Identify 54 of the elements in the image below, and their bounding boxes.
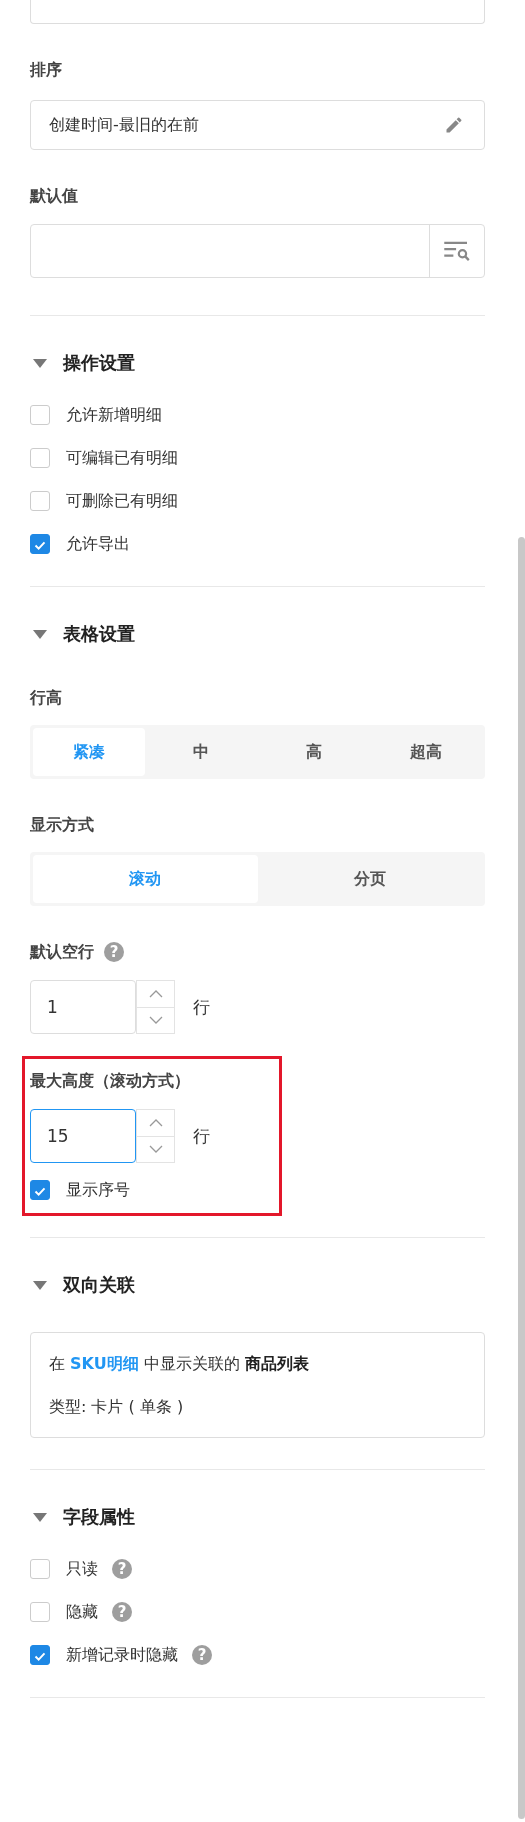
- checkbox[interactable]: [30, 491, 50, 511]
- checkbox[interactable]: [30, 1602, 50, 1622]
- relation-type: 类型: 卡片 ( 单条 ): [49, 1396, 185, 1418]
- segment-option[interactable]: 中: [145, 728, 258, 776]
- checkbox-label: 允许新增明细: [66, 404, 162, 426]
- caret-icon[interactable]: [33, 358, 47, 368]
- checkbox-label: 隐藏: [66, 1601, 98, 1623]
- increment-button[interactable]: [136, 1109, 175, 1137]
- decrement-button[interactable]: [136, 1136, 175, 1163]
- checkbox-label: 允许导出: [66, 533, 130, 555]
- list-search-icon: [443, 241, 471, 261]
- checkbox-label: 只读: [66, 1558, 98, 1580]
- scrollbar-thumb[interactable]: [518, 537, 525, 1819]
- checkbox-label: 显示序号: [66, 1179, 130, 1201]
- checkbox[interactable]: [30, 1180, 50, 1200]
- checkbox[interactable]: [30, 1645, 50, 1665]
- field-label: 排序: [30, 59, 63, 81]
- caret-icon[interactable]: [33, 629, 47, 639]
- section-title[interactable]: 双向关联: [63, 1273, 135, 1297]
- segment-option[interactable]: 高: [257, 728, 370, 776]
- field-label: 最大高度（滚动方式）: [30, 1070, 190, 1092]
- chevron-down-icon: [148, 1016, 163, 1025]
- sort-field[interactable]: 创建时间-最旧的在前: [30, 100, 485, 150]
- section-title[interactable]: 字段属性: [63, 1505, 135, 1529]
- unit-label: 行: [193, 995, 210, 1019]
- caret-icon[interactable]: [33, 1512, 47, 1522]
- number-input[interactable]: 1: [30, 980, 136, 1034]
- text-field[interactable]: [30, 0, 485, 24]
- checkbox[interactable]: [30, 534, 50, 554]
- field-label: 行高: [30, 687, 63, 709]
- checkbox-label: 可删除已有明细: [66, 490, 178, 512]
- default-value-field[interactable]: [30, 224, 485, 278]
- chevron-up-icon: [148, 989, 163, 998]
- section-title[interactable]: 表格设置: [63, 622, 135, 646]
- relation-description: 在 SKU明细 中显示关联的 商品列表: [49, 1353, 310, 1375]
- number-input[interactable]: 15: [30, 1109, 136, 1163]
- checkbox[interactable]: [30, 405, 50, 425]
- field-label: 默认空行: [30, 941, 94, 963]
- pencil-icon: [444, 115, 464, 135]
- section-title[interactable]: 操作设置: [63, 351, 135, 375]
- caret-icon[interactable]: [33, 1280, 47, 1290]
- checkbox[interactable]: [30, 1559, 50, 1579]
- checkbox-label: 新增记录时隐藏: [66, 1644, 178, 1666]
- segment-option[interactable]: 超高: [369, 728, 482, 776]
- chevron-up-icon: [148, 1118, 163, 1127]
- segment-option[interactable]: 分页: [257, 855, 482, 903]
- chevron-down-icon: [148, 1145, 163, 1154]
- unit-label: 行: [193, 1124, 210, 1148]
- field-label: 显示方式: [30, 814, 95, 836]
- field-label: 默认值: [30, 185, 79, 207]
- checkbox[interactable]: [30, 448, 50, 468]
- checkbox-label: 可编辑已有明细: [66, 447, 178, 469]
- increment-button[interactable]: [136, 980, 175, 1008]
- decrement-button[interactable]: [136, 1007, 175, 1034]
